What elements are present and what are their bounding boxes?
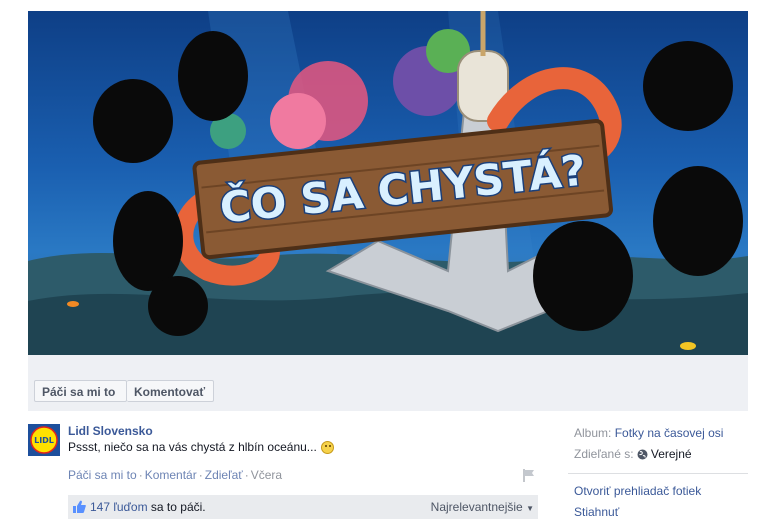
comment-button[interactable]: Komentovať <box>127 380 214 402</box>
post-timestamp[interactable]: Včera <box>251 468 282 482</box>
sort-dropdown[interactable]: Najrelevantnejšie ▼ <box>431 500 534 514</box>
like-button[interactable]: Páči sa mi to <box>34 380 127 402</box>
svg-text:LIDL: LIDL <box>34 436 54 445</box>
privacy-value[interactable]: Verejné <box>651 447 692 461</box>
sort-label: Najrelevantnejšie <box>430 500 523 514</box>
download-link[interactable]: Stiahnuť <box>574 505 619 519</box>
thumbs-up-icon <box>73 500 86 513</box>
album-link[interactable]: Fotky na časovej osi <box>615 426 724 440</box>
post-text-body: Pssst, niečo sa na vás chystá z hlbín oc… <box>68 440 317 454</box>
likes-rest: sa to páči. <box>150 500 206 514</box>
sidebar-divider <box>568 473 748 474</box>
album-label: Album: <box>574 426 612 440</box>
flag-icon[interactable] <box>523 469 535 482</box>
post-photo[interactable]: ČO SA CHYSTÁ? <box>28 11 748 355</box>
download-row: Stiahnuť <box>574 505 619 519</box>
shared-label: Zdieľané s: <box>574 447 634 461</box>
open-photo-viewer-link[interactable]: Otvoriť prehliadač fotiek <box>574 484 701 498</box>
post-meta: Páči sa mi to · Komentár · Zdieľať · Včera <box>68 468 283 482</box>
smiley-icon <box>320 441 334 454</box>
album-row: Album: Fotky na časovej osi <box>574 426 723 440</box>
photo-illustration: ČO SA CHYSTÁ? <box>28 11 748 355</box>
open-viewer-row: Otvoriť prehliadač fotiek <box>574 484 701 498</box>
meta-comment-link[interactable]: Komentár <box>145 468 197 482</box>
meta-share-link[interactable]: Zdieľať <box>205 468 243 482</box>
shared-row: Zdieľané s: Verejné <box>574 447 692 461</box>
likes-summary: 147 ľuďom sa to páči. Najrelevantnejšie … <box>68 495 538 519</box>
meta-like-link[interactable]: Páči sa mi to <box>68 468 137 482</box>
likes-count[interactable]: 147 ľuďom <box>90 500 148 514</box>
caret-down-icon: ▼ <box>526 504 534 513</box>
photo-action-bar: Páči sa mi to Komentovať <box>28 355 748 411</box>
post-author[interactable]: Lidl Slovensko <box>68 424 153 438</box>
likes-count-text: 147 ľuďom sa to páči. <box>90 500 206 514</box>
avatar[interactable]: LIDL <box>28 424 60 456</box>
lidl-logo: LIDL <box>28 424 60 456</box>
globe-icon <box>637 449 648 460</box>
post-text: Pssst, niečo sa na vás chystá z hlbín oc… <box>68 440 334 454</box>
